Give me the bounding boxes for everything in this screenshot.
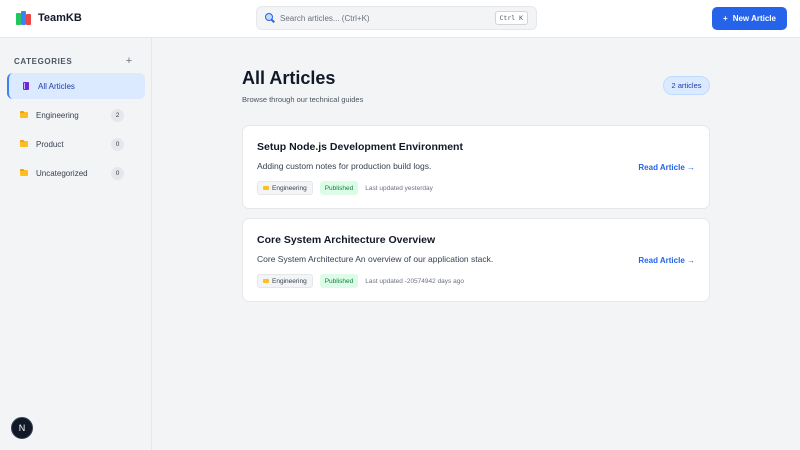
sidebar-item-count: 2 [111,108,124,122]
new-article-label: New Article [732,14,776,23]
plus-icon: + [723,14,728,23]
new-article-button[interactable]: + New Article [712,7,787,30]
status-badge: Published [319,181,359,195]
top-header: TeamKB Ctrl K + New Article [0,0,800,38]
article-meta: Engineering Published Last updated -2057… [257,274,464,288]
status-badge: Published [319,274,359,288]
search-bar[interactable]: Ctrl K [256,6,537,30]
categories-header: CATEGORIES + [14,52,138,70]
sidebar-item-label: Engineering [36,110,79,120]
category-tag[interactable]: Engineering [257,181,313,195]
article-description: Adding custom notes for production build… [257,161,432,171]
app-name: TeamKB [38,12,82,24]
folder-icon [19,110,29,118]
search-shortcut: Ctrl K [494,11,528,25]
folder-icon [19,139,29,147]
search-input[interactable] [280,13,495,23]
category-tag[interactable]: Engineering [257,274,313,288]
app-logo[interactable]: TeamKB [16,10,82,26]
category-tag-label: Engineering [272,184,307,192]
page-title: All Articles [242,68,336,88]
category-tag-label: Engineering [272,277,307,285]
article-meta: Engineering Published Last updated yeste… [257,181,433,195]
article-title[interactable]: Core System Architecture Overview [257,234,435,246]
article-count-badge: 2 articles [663,76,710,95]
nextjs-badge[interactable]: N [11,417,33,439]
article-description: Core System Architecture An overview of … [257,254,494,264]
folder-icon [19,168,29,176]
article-card[interactable]: Core System Architecture Overview Core S… [242,218,710,302]
sidebar-item-all-articles[interactable]: All Articles [7,73,145,99]
search-icon [265,13,275,23]
book-icon [21,82,31,90]
sidebar: CATEGORIES + All Articles Engineering 2 … [0,38,152,450]
folder-icon [263,278,269,284]
page-subtitle: Browse through our technical guides [242,95,364,104]
read-article-link[interactable]: Read Article → [638,163,695,172]
article-card[interactable]: Setup Node.js Development Environment Ad… [242,125,710,209]
sidebar-item-label: Uncategorized [36,168,88,178]
sidebar-item-product[interactable]: Product 0 [7,131,145,157]
sidebar-item-count: 0 [111,166,124,180]
sidebar-item-engineering[interactable]: Engineering 2 [7,102,145,128]
read-article-link[interactable]: Read Article → [638,256,695,265]
last-updated: Last updated yesterday [365,184,433,192]
article-title[interactable]: Setup Node.js Development Environment [257,141,463,153]
books-icon [16,10,32,26]
sidebar-item-label: All Articles [38,81,75,91]
categories-title: CATEGORIES [14,56,73,66]
sidebar-item-label: Product [36,139,64,149]
add-category-button[interactable]: + [120,52,138,70]
last-updated: Last updated -20574942 days ago [365,277,464,285]
folder-icon [263,185,269,191]
sidebar-item-uncategorized[interactable]: Uncategorized 0 [7,160,145,186]
sidebar-item-count: 0 [111,137,124,151]
